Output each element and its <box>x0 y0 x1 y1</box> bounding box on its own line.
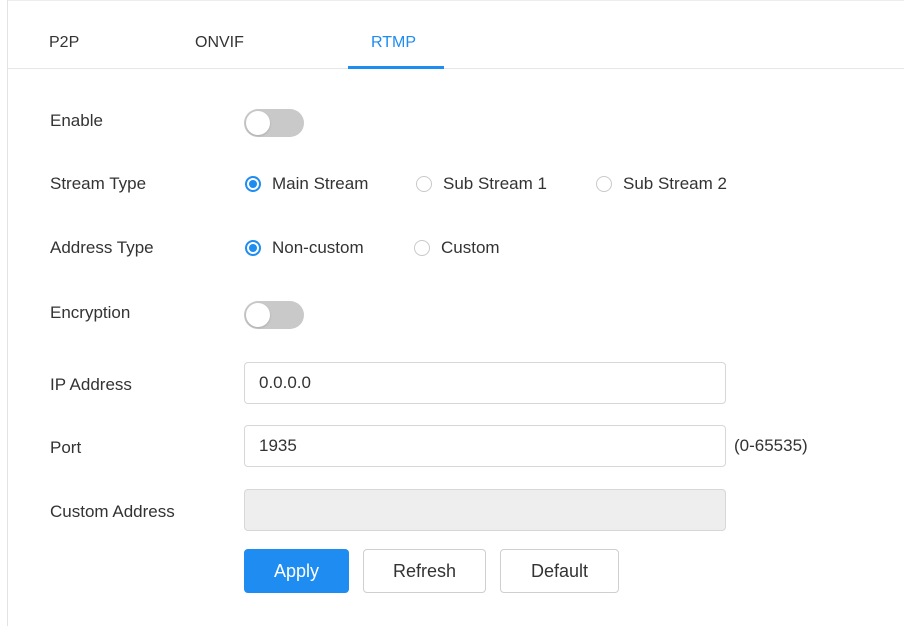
radio-selected-icon <box>245 176 261 192</box>
encryption-label: Encryption <box>50 303 131 322</box>
toggle-knob <box>246 111 270 135</box>
custom-address-input[interactable] <box>244 489 726 531</box>
ip-address-input[interactable]: 0.0.0.0 <box>244 362 726 404</box>
panel-left-border <box>7 0 8 626</box>
address-type-label: Address Type <box>50 238 154 257</box>
port-label: Port <box>50 438 82 457</box>
default-button[interactable]: Default <box>500 549 619 593</box>
tab-onvif[interactable]: ONVIF <box>195 34 244 52</box>
port-range-hint: (0-65535) <box>734 436 808 455</box>
radio-custom-label: Custom <box>441 238 500 257</box>
port-input[interactable]: 1935 <box>244 425 726 467</box>
tab-rtmp[interactable]: RTMP <box>371 34 416 52</box>
radio-unselected-icon <box>596 176 612 192</box>
radio-main-stream[interactable]: Main Stream <box>245 174 368 194</box>
custom-address-label: Custom Address <box>50 502 175 521</box>
ip-address-label: IP Address <box>50 375 132 394</box>
radio-custom[interactable]: Custom <box>414 238 500 258</box>
radio-non-custom-label: Non-custom <box>272 238 364 257</box>
encryption-toggle[interactable] <box>244 301 304 329</box>
enable-toggle[interactable] <box>244 109 304 137</box>
radio-sub-stream-1[interactable]: Sub Stream 1 <box>416 174 547 194</box>
refresh-button[interactable]: Refresh <box>363 549 486 593</box>
radio-sub-stream-2[interactable]: Sub Stream 2 <box>596 174 727 194</box>
radio-unselected-icon <box>414 240 430 256</box>
tab-bar: P2P ONVIF RTMP <box>8 0 904 69</box>
apply-button[interactable]: Apply <box>244 549 349 593</box>
radio-sub-stream-1-label: Sub Stream 1 <box>443 174 547 193</box>
active-tab-indicator <box>348 66 444 69</box>
radio-sub-stream-2-label: Sub Stream 2 <box>623 174 727 193</box>
stream-type-label: Stream Type <box>50 174 147 193</box>
enable-label: Enable <box>50 111 103 130</box>
tab-p2p[interactable]: P2P <box>49 34 79 52</box>
radio-selected-icon <box>245 240 261 256</box>
radio-non-custom[interactable]: Non-custom <box>245 238 364 258</box>
radio-main-stream-label: Main Stream <box>272 174 369 193</box>
radio-unselected-icon <box>416 176 432 192</box>
toggle-knob <box>246 303 270 327</box>
